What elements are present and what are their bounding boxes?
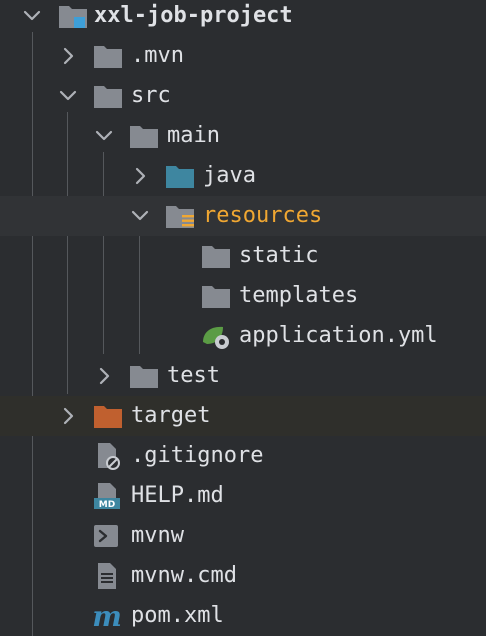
- tree-node-pom-xml[interactable]: m pom.xml: [0, 596, 486, 636]
- folder-icon: [94, 86, 122, 108]
- tree-label-test: test: [167, 363, 220, 388]
- tree-label-gitignore: .gitignore: [131, 443, 264, 468]
- tree-node-main[interactable]: main: [0, 116, 486, 156]
- shell-script-icon: [94, 525, 118, 547]
- tree-label-static: static: [239, 243, 319, 268]
- tree-label-pom-xml: pom.xml: [131, 603, 224, 628]
- tree-label-help-md: HELP.md: [131, 483, 224, 508]
- tree-label-root: xxl-job-project: [94, 3, 293, 28]
- chevron-down-icon[interactable]: [20, 4, 44, 28]
- tree-label-target: target: [131, 403, 211, 428]
- source-root-folder-icon: [166, 166, 194, 188]
- tree-node-application-yml[interactable]: application.yml: [0, 316, 486, 356]
- folder-icon: [94, 46, 122, 68]
- tree-label-resources: resources: [203, 203, 323, 228]
- maven-icon: m: [93, 602, 122, 630]
- spring-config-icon: [203, 326, 229, 349]
- tree-node-mvn[interactable]: .mvn: [0, 36, 486, 76]
- chevron-right-icon[interactable]: [56, 44, 80, 68]
- ignored-file-icon: [98, 443, 120, 470]
- tree-node-gitignore[interactable]: .gitignore: [0, 436, 486, 476]
- markdown-file-icon: MD: [94, 483, 120, 510]
- tree-label-src: src: [131, 83, 171, 108]
- tree-node-root[interactable]: xxl-job-project: [0, 0, 486, 36]
- tree-node-templates[interactable]: templates: [0, 276, 486, 316]
- tree-node-src[interactable]: src: [0, 76, 486, 116]
- folder-icon: [202, 286, 230, 308]
- tree-node-static[interactable]: static: [0, 236, 486, 276]
- tree-node-java[interactable]: java: [0, 156, 486, 196]
- tree-label-main: main: [167, 123, 220, 148]
- tree-node-test[interactable]: test: [0, 356, 486, 396]
- tree-label-java: java: [203, 163, 256, 188]
- chevron-down-icon[interactable]: [92, 124, 116, 148]
- excluded-folder-icon: [94, 406, 122, 428]
- tree-label-mvnw: mvnw: [131, 523, 184, 548]
- tree-node-help-md[interactable]: MD HELP.md: [0, 476, 486, 516]
- tree-node-target[interactable]: target: [0, 396, 486, 436]
- tree-label-templates: templates: [239, 283, 359, 308]
- tree-node-resources[interactable]: resources: [0, 196, 486, 236]
- text-file-icon: [98, 563, 116, 589]
- tree-node-mvnw-cmd[interactable]: mvnw.cmd: [0, 556, 486, 596]
- maven-glyph: m: [93, 602, 122, 630]
- folder-icon: [130, 126, 158, 148]
- tree-label-mvnw-cmd: mvnw.cmd: [131, 563, 237, 588]
- chevron-right-icon[interactable]: [92, 364, 116, 388]
- tree-node-mvnw[interactable]: mvnw: [0, 516, 486, 556]
- folder-icon: [202, 246, 230, 268]
- chevron-right-icon[interactable]: [128, 164, 152, 188]
- folder-icon: [130, 366, 158, 388]
- tree-label-application-yml: application.yml: [239, 323, 438, 348]
- chevron-down-icon[interactable]: [56, 84, 80, 108]
- resources-root-folder-icon: [166, 206, 194, 228]
- module-folder-icon: [59, 6, 87, 28]
- md-badge: MD: [99, 500, 115, 510]
- chevron-down-icon[interactable]: [128, 204, 152, 228]
- chevron-right-icon[interactable]: [56, 404, 80, 428]
- tree-label-mvn: .mvn: [131, 43, 184, 68]
- project-tree: xxl-job-project .mvn src main java resou…: [0, 0, 486, 636]
